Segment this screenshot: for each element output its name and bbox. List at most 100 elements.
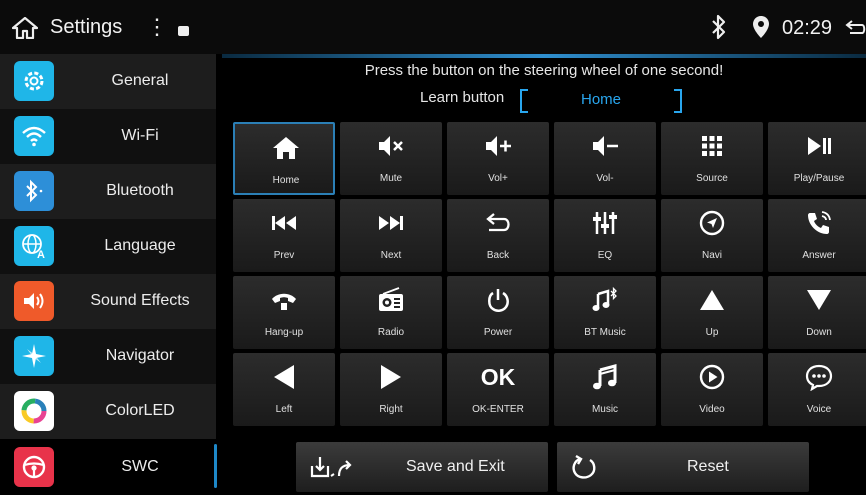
swc-button-radio[interactable]: Radio [340,276,442,349]
sidebar-item-wifi[interactable]: Wi-Fi [0,109,216,164]
button-label: Vol- [596,173,614,184]
button-label: Source [696,173,728,184]
learn-button-value-box: Home [520,87,682,113]
button-label: BT Music [584,327,626,338]
swc-button-voice[interactable]: Voice [768,353,866,426]
divider [222,54,866,58]
swc-button-bt-music[interactable]: BT Music [554,276,656,349]
sidebar-item-swc[interactable]: SWC [0,440,216,495]
swc-button-left[interactable]: Left [233,353,335,426]
swc-button-home[interactable]: Home [233,122,335,195]
power-icon [483,286,513,314]
button-label: Answer [802,250,836,261]
bluetooth-icon [712,14,726,40]
swc-button-vol-down[interactable]: Vol- [554,122,656,195]
button-label: Left [275,404,293,415]
swc-button-video[interactable]: Video [661,353,763,426]
triangle-down-icon [804,286,834,314]
swc-button-ok-enter[interactable]: OK OK-ENTER [447,353,549,426]
button-label: Vol+ [488,173,508,184]
sidebar-item-label: Sound Effects [90,292,190,309]
button-label: Power [483,327,513,338]
home-icon[interactable] [12,17,38,39]
navigation-icon [697,209,727,237]
sidebar-item-navigator[interactable]: Navigator [0,329,216,384]
swc-button-down[interactable]: Down [768,276,866,349]
sidebar-item-sound-effects[interactable]: Sound Effects [0,274,216,329]
sidebar-item-language[interactable]: A Language [0,219,216,274]
ok-icon-text: OK [480,363,516,390]
more-menu-icon[interactable]: ⋮ [146,14,168,40]
bt-music-icon [590,286,620,314]
image-notification-icon [178,26,189,36]
sidebar-item-bluetooth[interactable]: Bluetooth [0,164,216,219]
swc-button-next[interactable]: Next [340,199,442,272]
ok-icon: OK [480,363,516,391]
button-label: Down [806,327,832,338]
location-icon [753,16,769,38]
color-wheel-icon [14,391,54,431]
swc-button-answer[interactable]: Answer [768,199,866,272]
swc-panel: Press the button on the steering wheel o… [222,54,866,495]
reset-button[interactable]: Reset [557,442,809,492]
swc-button-mute[interactable]: Mute [340,122,442,195]
swc-button-hang-up[interactable]: Hang-up [233,276,335,349]
volume-down-icon [590,132,620,160]
sidebar-item-label: ColorLED [105,402,175,419]
volume-up-icon [483,132,513,160]
previous-icon [269,209,299,237]
status-bar: Settings ⋮ 02:29 [0,0,866,54]
home-icon [271,134,301,162]
button-label: Up [705,327,719,338]
clock: 02:29 [782,17,833,39]
radio-icon [376,286,406,314]
swc-button-music[interactable]: Music [554,353,656,426]
swc-button-navi[interactable]: Navi [661,199,763,272]
bluetooth-icon [14,171,54,211]
mute-icon [376,132,406,160]
swc-button-prev[interactable]: Prev [233,199,335,272]
sidebar-item-label: SWC [121,458,159,475]
button-label: EQ [597,250,613,261]
swc-button-back[interactable]: Back [447,199,549,272]
equalizer-icon [590,209,620,237]
sidebar-item-label: Wi-Fi [121,127,159,144]
play-pause-icon [804,132,834,160]
swc-button-power[interactable]: Power [447,276,549,349]
save-and-exit-label: Save and Exit [406,458,505,475]
button-label: Back [486,250,510,261]
swc-button-play-pause[interactable]: Play/Pause [768,122,866,195]
button-label: Video [699,404,725,415]
swc-button-eq[interactable]: EQ [554,199,656,272]
triangle-right-icon [376,363,406,391]
active-indicator [214,444,217,488]
next-icon [376,209,406,237]
sidebar-item-general[interactable]: General [0,54,216,109]
swc-button-up[interactable]: Up [661,276,763,349]
voice-bubble-icon [804,363,834,391]
speaker-icon [14,281,54,321]
back-icon[interactable] [844,17,866,39]
save-and-exit-button[interactable]: Save and Exit [296,442,548,492]
sidebar-item-label: Navigator [105,347,175,364]
button-label: Play/Pause [793,173,845,184]
learn-button-label: Learn button [420,89,505,106]
sidebar-item-colorled[interactable]: ColorLED [0,384,216,439]
triangle-left-icon [269,363,299,391]
sidebar: General Wi-Fi Bluetooth A Language Sound… [0,54,216,495]
steering-wheel-icon [14,447,54,487]
swc-button-vol-up[interactable]: Vol+ [447,122,549,195]
phone-hangup-icon [269,286,299,314]
save-export-icon [310,457,352,478]
reset-icon [572,454,596,479]
compass-icon [14,336,54,376]
grid-icon [697,132,727,160]
bracket-right [674,89,682,113]
phone-answer-icon [804,209,834,237]
music-icon [590,363,620,391]
swc-button-right[interactable]: Right [340,353,442,426]
swc-button-source[interactable]: Source [661,122,763,195]
sidebar-item-label: Bluetooth [106,182,174,199]
wifi-icon [14,116,54,156]
button-label: Hang-up [264,327,304,338]
